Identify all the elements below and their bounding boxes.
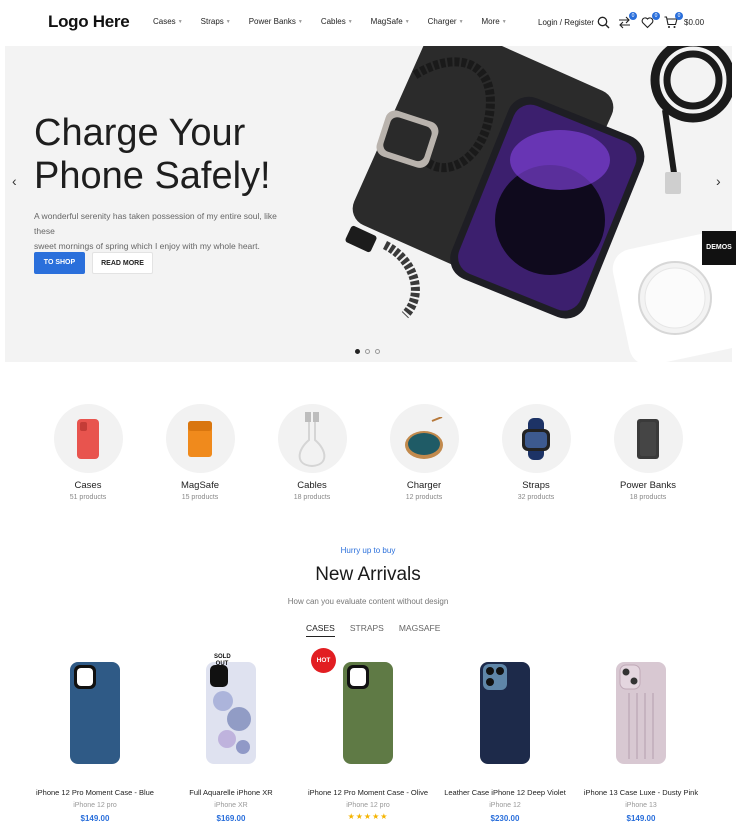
- nav-cases[interactable]: Cases ▼: [153, 17, 183, 26]
- read-more-button[interactable]: READ MORE: [92, 252, 153, 274]
- slider-dot-3[interactable]: [375, 349, 380, 354]
- hero-description: A wonderful serenity has taken possessio…: [34, 211, 277, 251]
- site-header: Logo Here Cases ▼ Straps ▼ Power Banks ▼ Ca…: [0, 0, 736, 46]
- wishlist-count-badge: 0: [652, 12, 660, 20]
- sold-out-badge: SOLD OUT: [214, 654, 231, 667]
- chevron-down-icon: ▼: [404, 18, 410, 25]
- wireless-charger-icon: [405, 416, 443, 459]
- category-power-banks[interactable]: Power Banks 18 products: [598, 404, 698, 501]
- section-title: New Arrivals: [315, 564, 421, 585]
- slider-next-arrow-icon[interactable]: ›: [716, 173, 721, 189]
- nav-cables[interactable]: Cables ▼: [321, 17, 353, 26]
- product-card[interactable]: SOLD OUT Full Aquarelle iPhone XR iPhone …: [166, 650, 296, 823]
- product-image[interactable]: [30, 650, 160, 775]
- nav-more[interactable]: More ▼: [482, 17, 507, 26]
- section-subtitle: How can you evaluate content without des…: [287, 597, 449, 606]
- category-charger[interactable]: Charger 12 products: [374, 404, 474, 501]
- nav-power-banks[interactable]: Power Banks ▼: [249, 17, 303, 26]
- product-image[interactable]: SOLD OUT: [166, 650, 296, 775]
- tab-straps[interactable]: STRAPS: [350, 623, 384, 637]
- product-tabs: CASES STRAPS MAGSAFE: [306, 623, 440, 637]
- chevron-down-icon: ▼: [347, 18, 353, 25]
- power-bank-icon: [637, 418, 659, 459]
- logo[interactable]: Logo Here: [48, 12, 130, 32]
- login-register-link[interactable]: Login / Register: [538, 18, 594, 27]
- hero-slider: Charge Your Phone Safely! A wonderful se…: [5, 0, 732, 362]
- watch-strap-icon: [522, 417, 550, 460]
- phone-case-image: [206, 661, 256, 764]
- nav-charger[interactable]: Charger ▼: [428, 17, 464, 26]
- phone-case-image: [480, 661, 530, 764]
- category-cables[interactable]: Cables 18 products: [262, 404, 362, 501]
- chevron-down-icon: ▼: [501, 18, 507, 25]
- nav-magsafe[interactable]: MagSafe ▼: [371, 17, 410, 26]
- category-image: [613, 404, 683, 473]
- to-shop-button[interactable]: TO SHOP: [34, 252, 85, 274]
- category-image: [277, 404, 347, 473]
- product-card[interactable]: Leather Case iPhone 12 Deep Violet iPhon…: [440, 650, 570, 823]
- product-image[interactable]: [440, 650, 570, 775]
- phone-case-icon: [77, 418, 99, 459]
- category-magsafe[interactable]: MagSafe 15 products: [150, 404, 250, 501]
- magsafe-wallet-icon: [188, 420, 212, 457]
- phone-case-image: [616, 661, 666, 764]
- chevron-down-icon: ▼: [458, 18, 464, 25]
- rating-stars: ★★★★★: [347, 812, 389, 821]
- product-card[interactable]: HOT iPhone 12 Pro Moment Case - Olive iP…: [303, 648, 433, 821]
- slider-dots: [355, 349, 380, 354]
- tab-cases[interactable]: CASES: [306, 623, 335, 637]
- category-straps[interactable]: Straps 32 products: [486, 404, 586, 501]
- chevron-down-icon: ▼: [177, 18, 183, 25]
- product-image[interactable]: HOT: [303, 648, 433, 775]
- phone-case-image: [343, 661, 393, 764]
- phone-case-image: [70, 661, 120, 764]
- nav-straps[interactable]: Straps ▼: [201, 17, 231, 26]
- chevron-down-icon: ▼: [225, 18, 231, 25]
- cart-icon[interactable]: 0: [664, 12, 683, 30]
- search-icon[interactable]: [597, 16, 611, 30]
- tab-magsafe[interactable]: MAGSAFE: [399, 623, 441, 637]
- compare-icon[interactable]: 0: [618, 12, 637, 30]
- category-cases[interactable]: Cases 51 products: [38, 404, 138, 501]
- cart-total[interactable]: $0.00: [684, 18, 704, 27]
- cable-icon: [298, 411, 326, 467]
- compare-count-badge: 0: [629, 12, 637, 20]
- hot-badge: HOT: [311, 648, 336, 673]
- hero-title: Charge Your Phone Safely!: [34, 112, 271, 197]
- category-list: Cases 51 products MagSafe 15 products Ca…: [0, 404, 736, 504]
- chevron-down-icon: ▼: [297, 18, 303, 25]
- product-card[interactable]: iPhone 13 Case Luxe - Dusty Pink iPhone …: [576, 650, 706, 823]
- product-card[interactable]: iPhone 12 Pro Moment Case - Blue iPhone …: [30, 650, 160, 823]
- hero-product-image: [345, 22, 732, 362]
- category-image: [53, 404, 123, 473]
- section-eyebrow: Hurry up to buy: [340, 546, 396, 555]
- category-image: [165, 404, 235, 473]
- slider-dot-2[interactable]: [365, 349, 370, 354]
- category-image: [501, 404, 571, 473]
- wishlist-heart-icon[interactable]: 0: [641, 12, 660, 30]
- cart-count-badge: 0: [675, 12, 683, 20]
- slider-prev-arrow-icon[interactable]: ‹: [12, 173, 17, 189]
- slider-dot-1[interactable]: [355, 349, 360, 354]
- demos-button[interactable]: DEMOS: [702, 231, 736, 265]
- product-image[interactable]: [576, 650, 706, 775]
- main-nav: Cases ▼ Straps ▼ Power Banks ▼ Cables ▼ MagS…: [153, 17, 525, 26]
- category-image: [389, 404, 459, 473]
